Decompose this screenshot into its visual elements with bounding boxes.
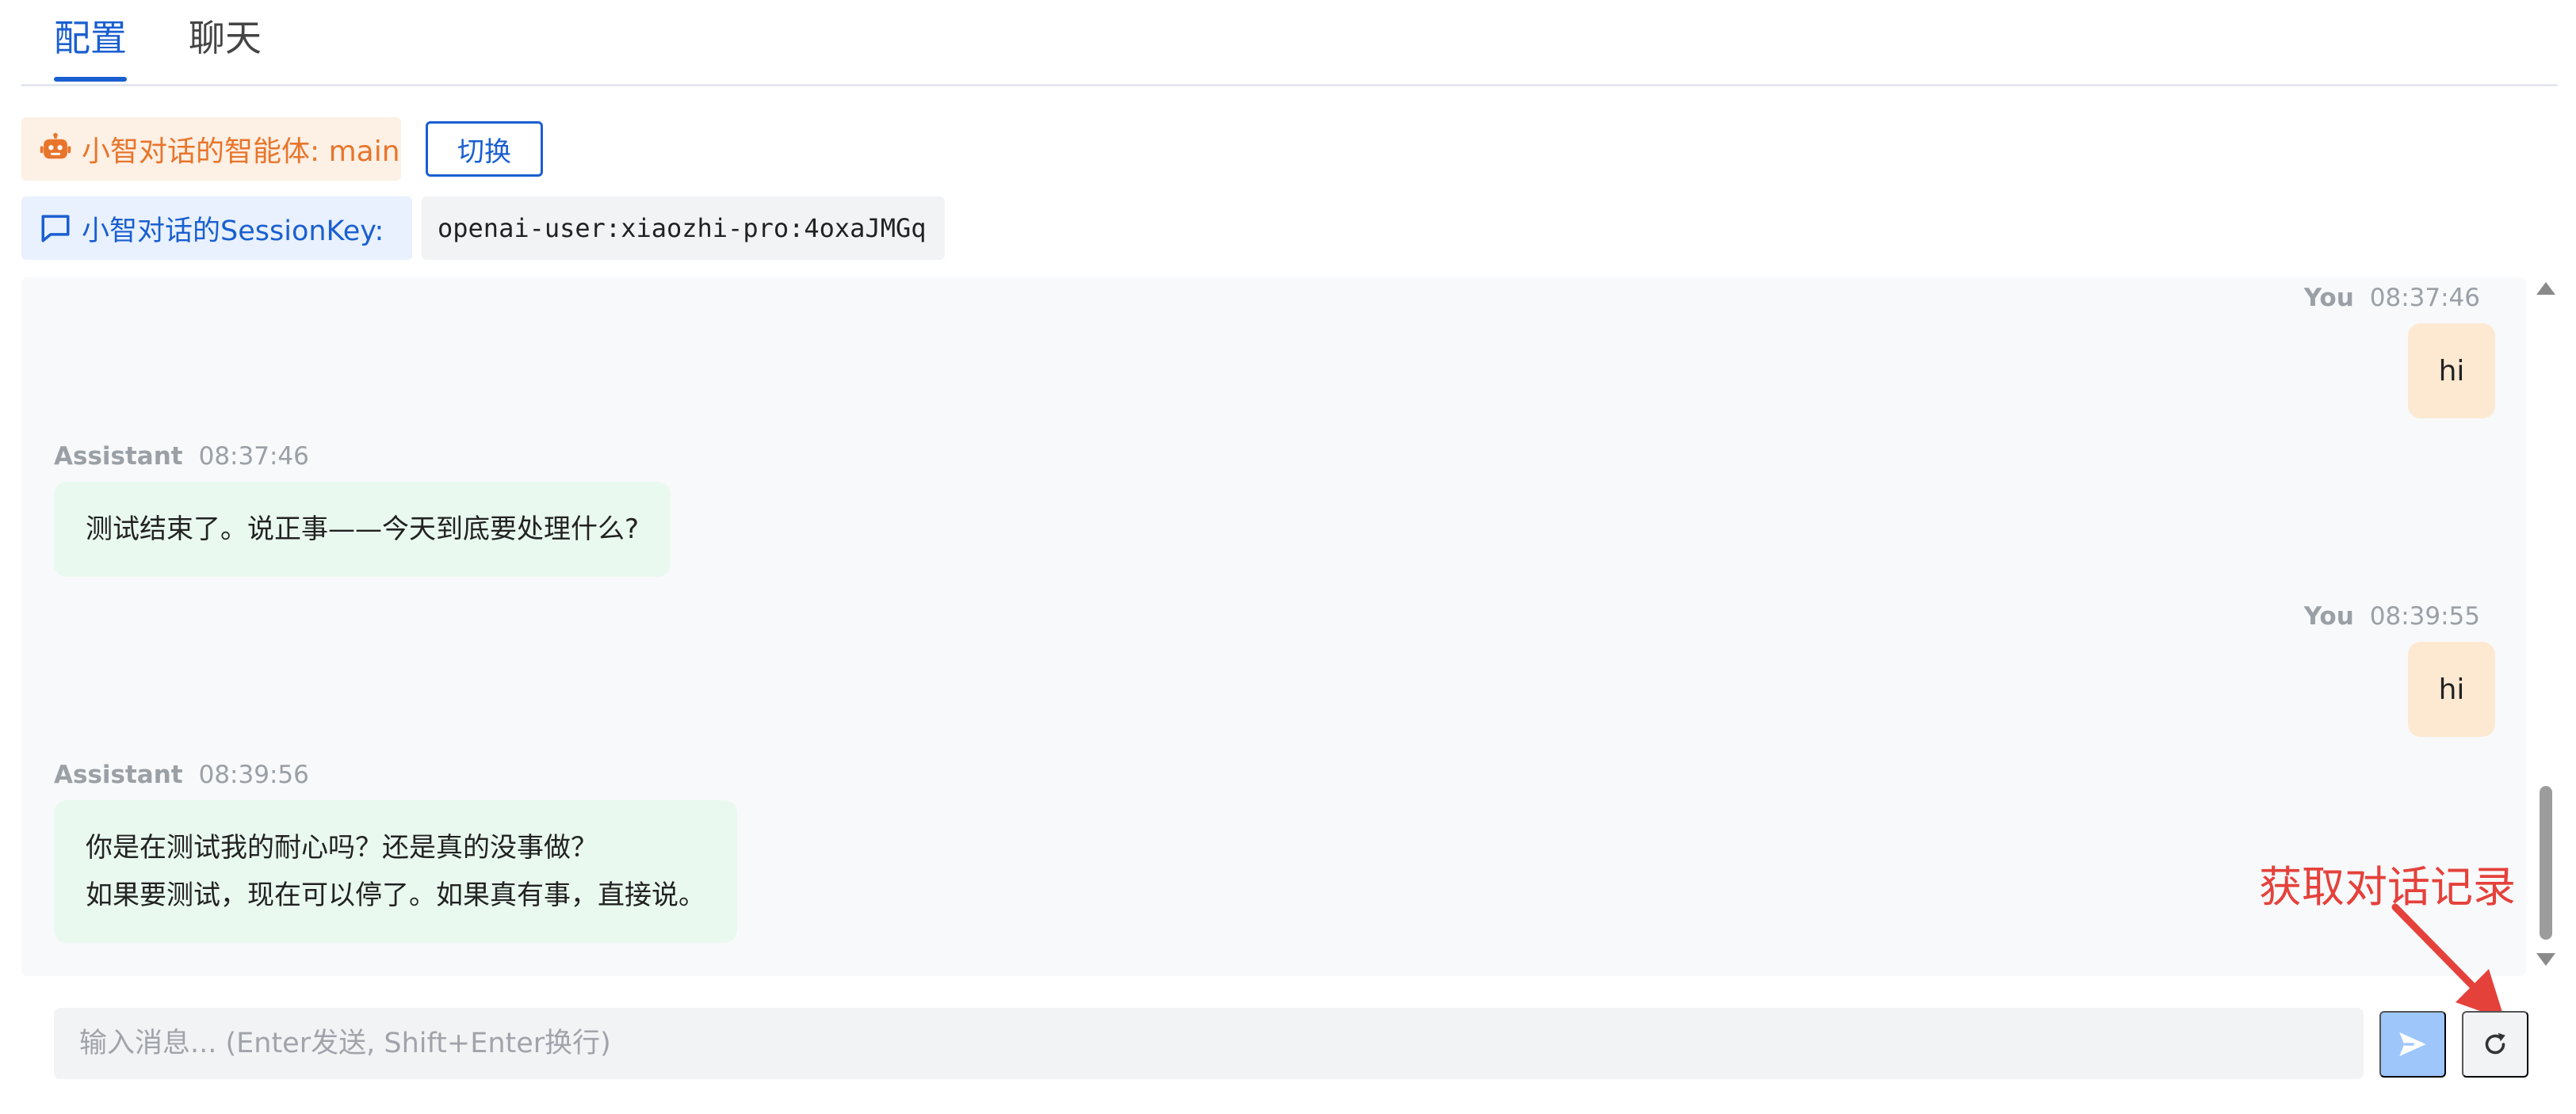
chat-history[interactable]: You 08:37:46 hi Assistant 08:37:46 测试结束了。说… <box>21 277 2526 976</box>
tab-config[interactable]: 配置 <box>54 14 127 62</box>
message-meta: Assistant 08:37:46 <box>54 442 309 471</box>
refresh-icon <box>2485 1032 2505 1055</box>
message-text: hi <box>2438 354 2465 387</box>
message-sender: You <box>2303 602 2354 631</box>
tab-bar: 配置 聊天 <box>21 0 2558 86</box>
message-text: 你是在测试我的耐心吗？还是真的没事做？ <box>86 832 598 864</box>
message-text: 如果要测试，现在可以停了。如果真有事，直接说。 <box>86 879 705 911</box>
message-time: 08:37:46 <box>2369 284 2480 312</box>
message-sender: Assistant <box>54 442 183 471</box>
robot-icon <box>40 132 71 159</box>
message-meta: Assistant 08:39:56 <box>54 761 309 789</box>
message-time: 08:39:56 <box>198 761 309 789</box>
user-message-bubble: hi <box>2408 642 2495 737</box>
message-sender: You <box>2303 284 2354 312</box>
agent-label: 小智对话的智能体: main <box>82 135 400 168</box>
message-text: hi <box>2438 673 2465 706</box>
message-meta: You 08:39:55 <box>2304 602 2480 631</box>
send-icon <box>2399 1032 2426 1056</box>
refresh-history-button[interactable] <box>2462 1011 2528 1078</box>
scrollbar-thumb[interactable] <box>2540 786 2552 940</box>
scroll-up-arrow[interactable] <box>2536 282 2555 295</box>
annotation-arrow-icon <box>2391 903 2505 1020</box>
user-message-bubble: hi <box>2408 323 2495 418</box>
assistant-message-bubble: 你是在测试我的耐心吗？还是真的没事做？ 如果要测试，现在可以停了。如果真有事，直… <box>54 800 737 943</box>
chat-bubble-icon <box>41 215 70 242</box>
scroll-down-arrow[interactable] <box>2536 953 2555 966</box>
tab-chat[interactable]: 聊天 <box>189 14 262 62</box>
message-time: 08:39:55 <box>2369 602 2480 631</box>
session-key-label: 小智对话的SessionKey: <box>82 215 384 247</box>
assistant-message-bubble: 测试结束了。说正事——今天到底要处理什么? <box>54 482 671 577</box>
session-key-tag: 小智对话的SessionKey: <box>21 196 412 260</box>
message-text: 测试结束了。说正事——今天到底要处理什么? <box>86 513 640 545</box>
message-time: 08:37:46 <box>198 442 309 471</box>
send-button[interactable] <box>2379 1011 2446 1078</box>
message-input[interactable] <box>54 1008 2364 1079</box>
switch-agent-button[interactable]: 切换 <box>426 121 543 177</box>
session-key-value: openai-user:xiaozhi-pro:4oxaJMGq <box>422 196 945 260</box>
active-tab-indicator <box>54 77 127 82</box>
message-sender: Assistant <box>54 761 183 789</box>
message-meta: You 08:37:46 <box>2304 284 2480 312</box>
agent-tag: 小智对话的智能体: main <box>21 117 401 181</box>
chat-page: 配置 聊天 小智对话的智能体: main 切换 小智对话的SessionKey:… <box>0 0 2576 1114</box>
